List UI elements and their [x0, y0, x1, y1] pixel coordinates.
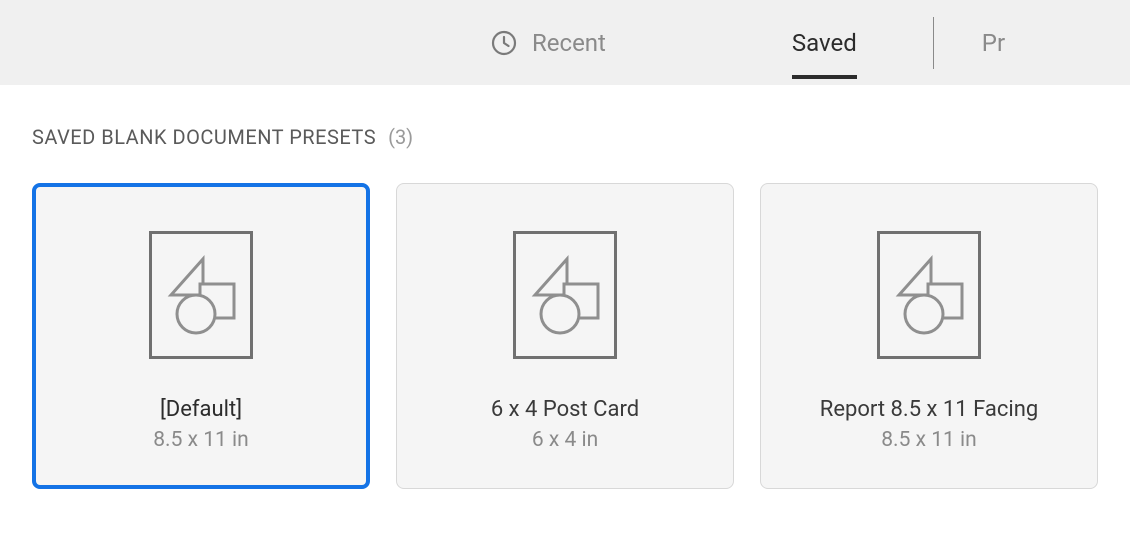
tab-saved[interactable]: Saved — [764, 0, 885, 85]
preset-card-default[interactable]: [Default] 8.5 x 11 in — [32, 183, 370, 489]
top-tab-bar: Recent Saved Pr — [0, 0, 1130, 85]
tab-truncated-label: Pr — [982, 29, 1005, 57]
clock-icon — [490, 29, 518, 57]
section-header: SAVED BLANK DOCUMENT PRESETS (3) — [32, 125, 1098, 149]
tab-active-underline — [792, 75, 857, 79]
tab-recent[interactable]: Recent — [490, 0, 634, 85]
tab-divider — [933, 17, 934, 69]
preset-name: [Default] — [160, 397, 242, 422]
presets-row: [Default] 8.5 x 11 in 6 x 4 Post Card 6 … — [32, 183, 1098, 489]
preset-name: Report 8.5 x 11 Facing — [820, 397, 1038, 422]
document-preset-icon — [877, 231, 981, 359]
content-area: SAVED BLANK DOCUMENT PRESETS (3) [Defaul… — [0, 85, 1130, 489]
document-preset-icon — [149, 231, 253, 359]
preset-dimensions: 8.5 x 11 in — [881, 428, 977, 452]
preset-dimensions: 6 x 4 in — [532, 428, 598, 452]
tab-truncated[interactable]: Pr — [982, 0, 1005, 85]
preset-name: 6 x 4 Post Card — [491, 397, 639, 422]
tab-recent-label: Recent — [532, 29, 606, 57]
preset-dimensions: 8.5 x 11 in — [153, 428, 249, 452]
section-title: SAVED BLANK DOCUMENT PRESETS — [32, 125, 376, 149]
section-count: (3) — [388, 125, 413, 149]
document-preset-icon — [513, 231, 617, 359]
preset-card-postcard[interactable]: 6 x 4 Post Card 6 x 4 in — [396, 183, 734, 489]
preset-card-report[interactable]: Report 8.5 x 11 Facing 8.5 x 11 in — [760, 183, 1098, 489]
tab-saved-label: Saved — [792, 29, 857, 57]
